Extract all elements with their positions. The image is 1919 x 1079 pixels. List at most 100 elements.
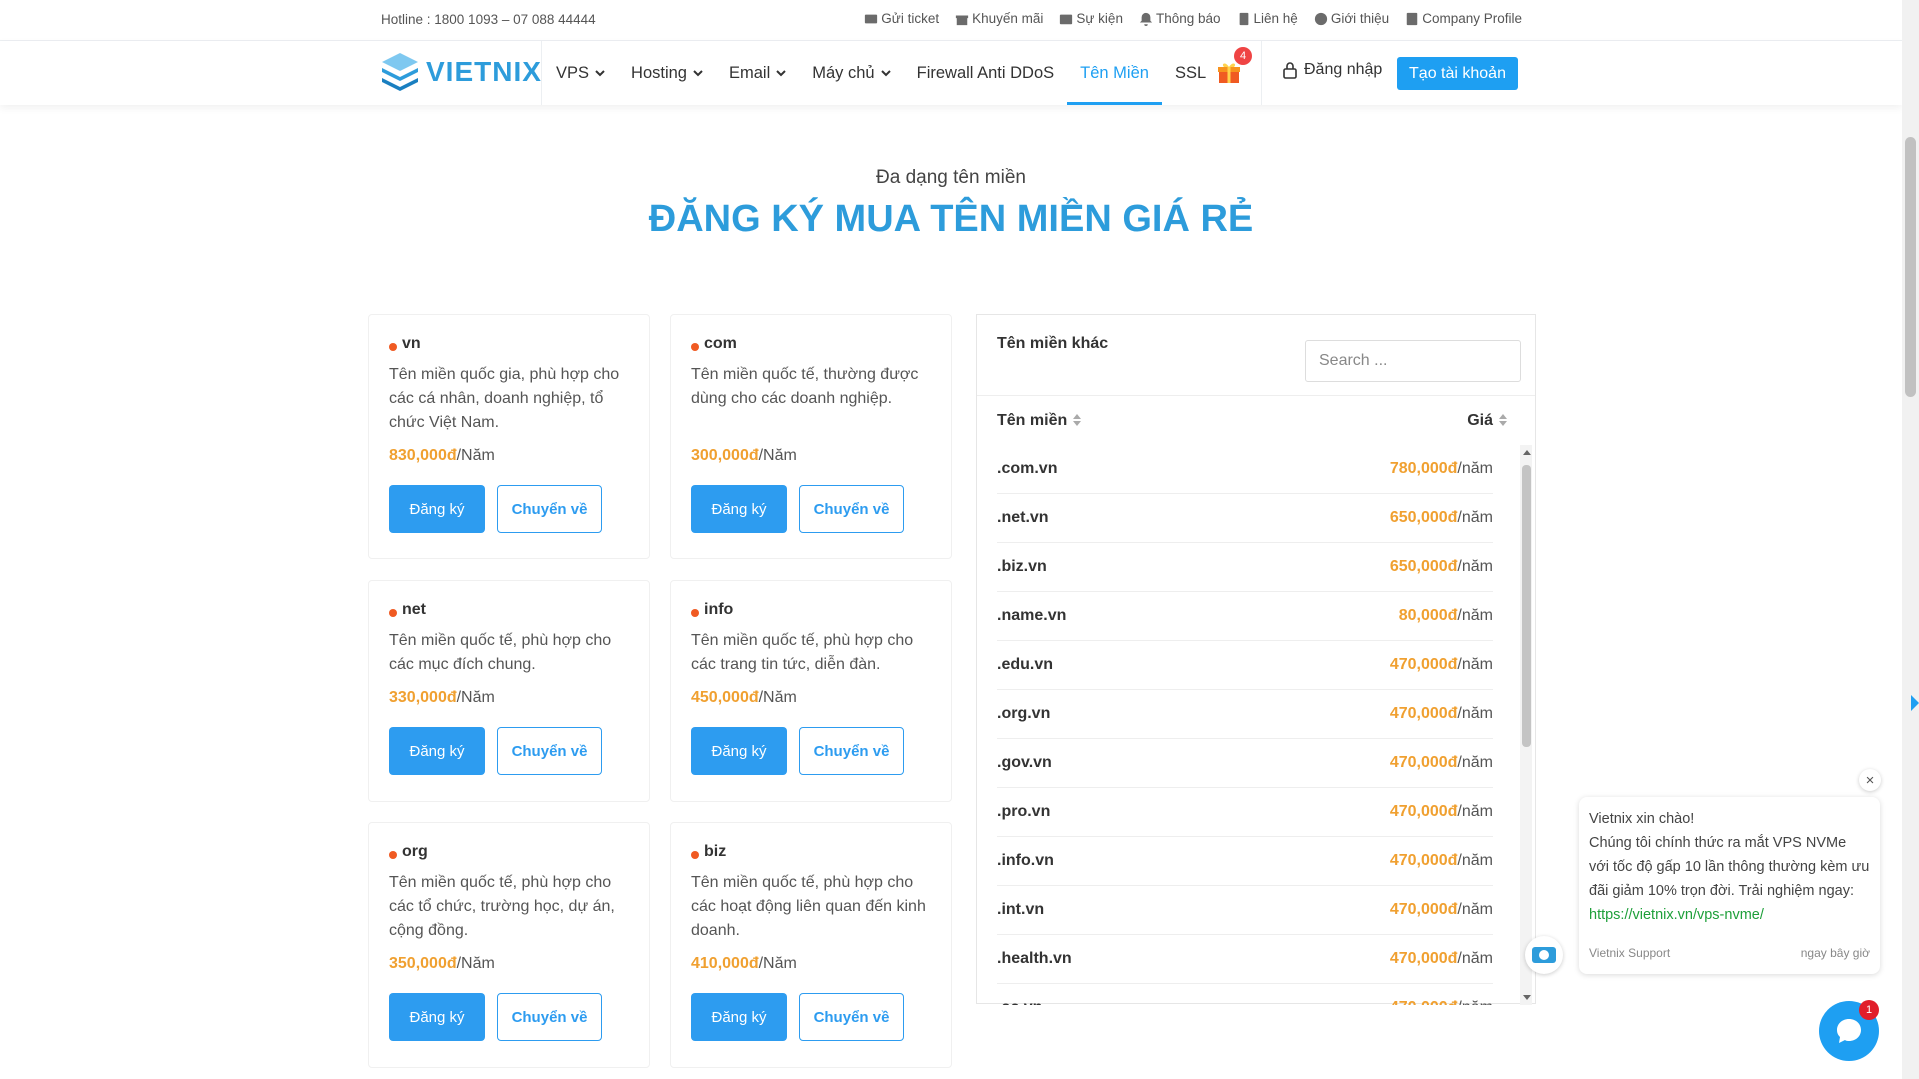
row-domain: .biz.vn <box>997 558 1047 575</box>
card-name: vn <box>402 335 421 352</box>
card-price: 410,000đ/Năm <box>691 955 797 972</box>
top-link-promotion[interactable]: Khuyến mãi <box>955 11 1043 26</box>
chevron-down-icon <box>776 70 786 77</box>
table-row[interactable]: .health.vn 470,000đ/năm <box>997 935 1493 984</box>
chat-close-button[interactable]: × <box>1859 769 1881 791</box>
top-link-notice[interactable]: Thông báo <box>1139 11 1221 26</box>
chat-bubble-icon <box>1837 1019 1861 1043</box>
dot-icon <box>389 342 397 351</box>
chevron-down-icon <box>693 70 703 77</box>
top-link-company-profile[interactable]: Company Profile <box>1405 11 1522 26</box>
chat-link[interactable]: https://vietnix.vn/vps-nvme/ <box>1589 907 1764 923</box>
table-row[interactable]: .edu.vn 470,000đ/năm <box>997 641 1493 690</box>
table-row[interactable]: .int.vn 470,000đ/năm <box>997 886 1493 935</box>
scroll-down-icon[interactable] <box>1523 995 1531 1000</box>
row-price: 470,000đ/năm <box>1389 754 1493 771</box>
contact-icon <box>1239 12 1248 25</box>
bell-icon <box>1139 12 1153 26</box>
domain-card-vn: vn Tên miền quốc gia, phù hợp cho các cá… <box>368 314 650 559</box>
support-avatar <box>1525 936 1563 974</box>
col-price-header[interactable]: Giá <box>1467 412 1507 430</box>
table-row[interactable]: .name.vn 80,000đ/năm <box>997 592 1493 641</box>
chat-popup[interactable]: Vietnix xin chào! Chúng tôi chính thức r… <box>1579 797 1880 974</box>
table-row[interactable]: .ac.vn 470,000đ/năm <box>997 984 1493 1005</box>
other-domains-panel: Tên miền khác Tên miền Giá .com.vn 780,00… <box>976 314 1536 1005</box>
logo-cube-icon <box>382 53 418 91</box>
transfer-button[interactable]: Chuyển về <box>497 485 602 533</box>
register-button[interactable]: Đăng ký <box>691 993 787 1041</box>
logo[interactable]: VIETNIX <box>380 51 542 93</box>
transfer-button[interactable]: Chuyển về <box>799 485 904 533</box>
register-button[interactable]: Tạo tài khoản <box>1397 57 1518 90</box>
chevron-down-icon <box>595 70 605 77</box>
table-row[interactable]: .net.vn 650,000đ/năm <box>997 494 1493 543</box>
domain-card-net: net Tên miền quốc tế, phù hợp cho các mụ… <box>368 580 650 802</box>
row-domain: .health.vn <box>997 950 1072 967</box>
table-row[interactable]: .biz.vn 650,000đ/năm <box>997 543 1493 592</box>
nav-item-firewall[interactable]: Firewall Anti DDoS <box>904 41 1068 105</box>
top-link-ticket[interactable]: Gửi ticket <box>864 11 939 26</box>
card-name: net <box>402 601 426 618</box>
section-title: ĐĂNG KÝ MUA TÊN MIỀN GIÁ RẺ <box>648 198 1254 240</box>
card-desc: Tên miền quốc tế, thường được dùng cho c… <box>691 366 919 407</box>
row-domain: .com.vn <box>997 460 1058 477</box>
card-name: biz <box>704 843 727 860</box>
table-row[interactable]: .info.vn 470,000đ/năm <box>997 837 1493 886</box>
search-input[interactable] <box>1305 340 1521 382</box>
top-links: Gửi ticket Khuyến mãi Sự kiện Thông báo … <box>864 11 1522 26</box>
row-price: 470,000đ/năm <box>1389 656 1493 673</box>
section-subtitle: Đa dạng tên miền <box>876 167 1026 188</box>
nav-item-vps[interactable]: VPS <box>543 41 618 105</box>
table-row[interactable]: .com.vn 780,000đ/năm <box>997 445 1493 494</box>
page-scrollbar-thumb[interactable] <box>1905 137 1916 397</box>
nav-item-domain[interactable]: Tên Miền <box>1067 41 1162 105</box>
col-domain-header[interactable]: Tên miền <box>997 412 1082 430</box>
register-button[interactable]: Đăng ký <box>691 727 787 775</box>
card-name: org <box>402 843 428 860</box>
transfer-button[interactable]: Chuyển về <box>497 993 602 1041</box>
chat-greeting: Vietnix xin chào! <box>1589 811 1695 827</box>
nav-item-server[interactable]: Máy chủ <box>799 41 903 105</box>
register-button[interactable]: Đăng ký <box>389 993 485 1041</box>
top-link-about[interactable]: Giới thiệu <box>1314 11 1389 26</box>
nav-divider <box>541 41 542 105</box>
nav-item-email[interactable]: Email <box>716 41 799 105</box>
nav-item-hosting[interactable]: Hosting <box>618 41 716 105</box>
side-arrow-icon[interactable] <box>1911 695 1919 711</box>
row-domain: .net.vn <box>997 509 1049 526</box>
top-bar: Hotline : 1800 1093 – 07 088 44444 Gửi t… <box>0 0 1902 41</box>
top-link-event[interactable]: Sự kiện <box>1059 11 1123 26</box>
table-row[interactable]: .gov.vn 470,000đ/năm <box>997 739 1493 788</box>
table-row[interactable]: .org.vn 470,000đ/năm <box>997 690 1493 739</box>
chat-sender: Vietnix Support <box>1589 946 1671 960</box>
card-desc: Tên miền quốc gia, phù hợp cho các cá nh… <box>389 366 620 431</box>
support-avatar-icon <box>1532 947 1556 963</box>
register-button[interactable]: Đăng ký <box>691 485 787 533</box>
scroll-up-icon[interactable] <box>1523 450 1531 455</box>
row-domain: .gov.vn <box>997 754 1052 771</box>
dot-icon <box>389 850 397 859</box>
book-icon <box>1406 12 1418 25</box>
card-name: info <box>704 601 734 618</box>
row-price: 470,000đ/năm <box>1389 901 1493 918</box>
top-link-contact[interactable]: Liên hệ <box>1237 11 1298 26</box>
nav-item-ssl[interactable]: SSL <box>1162 41 1219 105</box>
row-price: 470,000đ/năm <box>1389 803 1493 820</box>
chat-badge: 1 <box>1859 1000 1879 1020</box>
transfer-button[interactable]: Chuyển về <box>799 993 904 1041</box>
chat-time: ngay bây giờ <box>1800 946 1870 960</box>
nav-divider <box>1261 41 1262 105</box>
table-row[interactable]: .pro.vn 470,000đ/năm <box>997 788 1493 837</box>
transfer-button[interactable]: Chuyển về <box>799 727 904 775</box>
login-link[interactable]: Đăng nhập <box>1282 61 1382 79</box>
register-button[interactable]: Đăng ký <box>389 485 485 533</box>
nav-menu: VPS Hosting Email Máy chủ Firewall Anti … <box>543 41 1219 105</box>
register-button[interactable]: Đăng ký <box>389 727 485 775</box>
row-domain: .name.vn <box>997 607 1067 624</box>
chevron-down-icon <box>880 70 891 77</box>
table-scrollbar-thumb[interactable] <box>1522 465 1531 747</box>
chat-footer: Vietnix Support ngay bây giờ <box>1589 946 1870 960</box>
logo-text: VIETNIX <box>426 56 542 87</box>
lock-icon <box>1283 62 1297 79</box>
transfer-button[interactable]: Chuyển về <box>497 727 602 775</box>
